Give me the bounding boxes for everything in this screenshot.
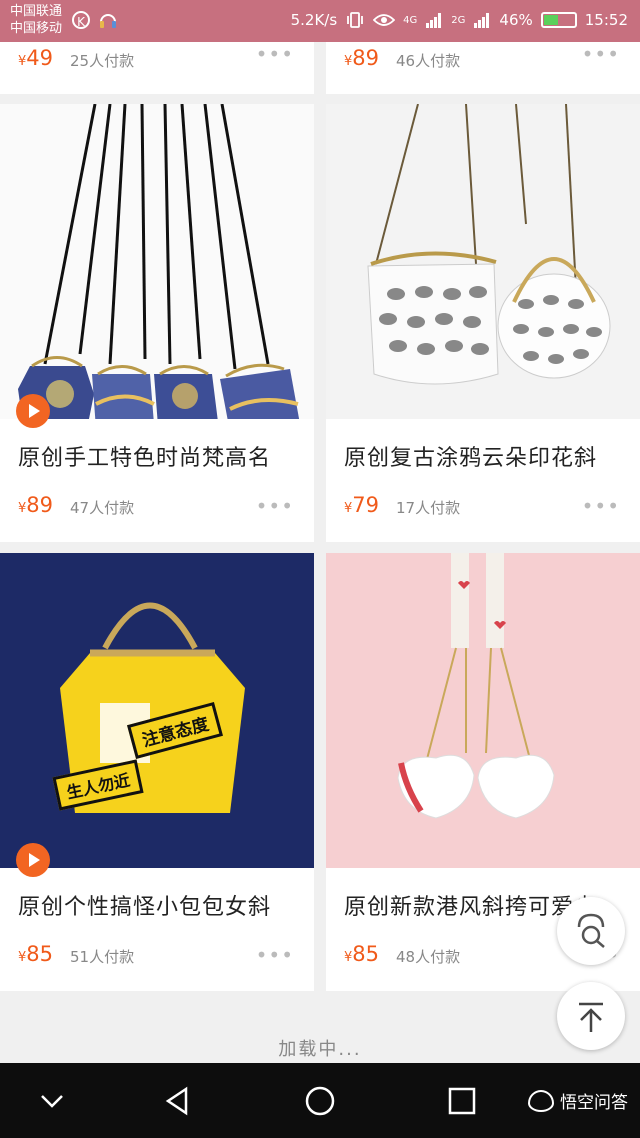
price: ¥89 bbox=[344, 46, 380, 70]
sold-count: 25人付款 bbox=[70, 52, 135, 70]
sold-count: 46人付款 bbox=[396, 52, 461, 70]
signal-icon-2 bbox=[474, 13, 490, 28]
assistant-icon bbox=[577, 913, 605, 948]
home-icon[interactable] bbox=[302, 1083, 338, 1119]
signal-4g-label: 4G bbox=[403, 14, 418, 26]
recent-apps-icon[interactable] bbox=[444, 1083, 480, 1119]
chevron-down-icon[interactable] bbox=[34, 1083, 70, 1119]
product-image[interactable] bbox=[326, 104, 640, 419]
product-title: 原创个性搞怪小包包女斜 bbox=[18, 895, 272, 920]
clock: 15:52 bbox=[584, 11, 628, 29]
heart-bags-image bbox=[397, 553, 555, 819]
signal-icon bbox=[426, 13, 442, 28]
product-card[interactable]: 原创手工特色时尚梵高名 ¥89 47人付款 ••• bbox=[0, 104, 314, 542]
battery-percent: 46% bbox=[499, 11, 533, 29]
k-icon: K bbox=[72, 11, 90, 29]
carrier-info: 中国联通 中国移动 bbox=[10, 3, 62, 37]
product-card-top-right[interactable]: ¥89 46人付款 ••• bbox=[326, 42, 640, 94]
price: ¥85 bbox=[344, 942, 380, 966]
vibrate-icon bbox=[347, 12, 364, 28]
more-icon[interactable]: ••• bbox=[256, 42, 294, 66]
battery-icon bbox=[540, 12, 577, 28]
eye-icon bbox=[373, 14, 396, 26]
price: ¥89 bbox=[18, 493, 54, 517]
brand-name: 悟空问答 bbox=[560, 1093, 628, 1113]
product-card-top-left[interactable]: ¥49 25人付款 ••• bbox=[0, 42, 314, 94]
status-right: 5.2K/s 4G 2G 46% 15:52 bbox=[291, 11, 628, 29]
price: ¥49 bbox=[18, 46, 54, 70]
product-title: 原创复古涂鸦云朵印花斜 bbox=[344, 446, 598, 471]
cloud-print-bags-image bbox=[367, 104, 611, 385]
product-card[interactable]: 原创复古涂鸦云朵印花斜 ¥79 17人付款 ••• bbox=[326, 104, 640, 542]
headset-icon bbox=[100, 14, 116, 28]
product-image[interactable]: 注意态度 生人勿近 bbox=[0, 553, 314, 868]
starry-night-bags-image bbox=[18, 104, 300, 419]
more-icon[interactable]: ••• bbox=[582, 42, 620, 66]
sold-count: 48人付款 bbox=[396, 948, 461, 966]
loading-indicator: 加载中... bbox=[278, 1039, 362, 1060]
more-icon[interactable]: ••• bbox=[256, 943, 294, 967]
wukong-logo-icon bbox=[528, 1089, 554, 1112]
video-play-icon[interactable] bbox=[16, 843, 50, 877]
signal-2g-label: 2G bbox=[451, 14, 466, 26]
more-icon[interactable]: ••• bbox=[582, 494, 620, 518]
product-card[interactable]: 注意态度 生人勿近 原创个性搞怪小包包女斜 ¥85 51人付款 ••• bbox=[0, 553, 314, 991]
more-icon[interactable]: ••• bbox=[256, 494, 294, 518]
system-nav-bar: 悟空问答 bbox=[0, 1063, 640, 1138]
yellow-bag-image bbox=[60, 602, 245, 813]
sold-count: 51人付款 bbox=[70, 948, 135, 966]
sold-count: 17人付款 bbox=[396, 499, 461, 517]
customer-service-button[interactable] bbox=[557, 897, 625, 965]
carrier-1: 中国联通 bbox=[10, 4, 63, 19]
price: ¥79 bbox=[344, 493, 380, 517]
sold-count: 47人付款 bbox=[70, 499, 135, 517]
product-image[interactable] bbox=[0, 104, 314, 419]
watermark-brand: 悟空问答 bbox=[528, 1088, 628, 1113]
net-speed: 5.2K/s bbox=[290, 11, 338, 29]
product-title: 原创手工特色时尚梵高名 bbox=[18, 446, 272, 471]
back-icon[interactable] bbox=[160, 1083, 196, 1119]
carrier-2: 中国移动 bbox=[10, 21, 63, 36]
status-bar: 中国联通 中国移动 K 5.2K/s 4G 2G 46% 15:52 bbox=[0, 0, 640, 42]
video-play-icon[interactable] bbox=[16, 394, 50, 428]
price: ¥85 bbox=[18, 942, 54, 966]
product-image[interactable] bbox=[326, 553, 640, 868]
